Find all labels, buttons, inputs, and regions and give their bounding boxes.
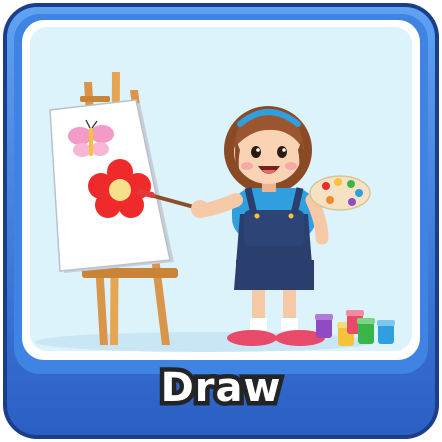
paint-palette xyxy=(309,175,371,211)
card-label: Draw xyxy=(156,361,285,416)
draw-activity-card[interactable]: Draw xyxy=(0,0,442,442)
